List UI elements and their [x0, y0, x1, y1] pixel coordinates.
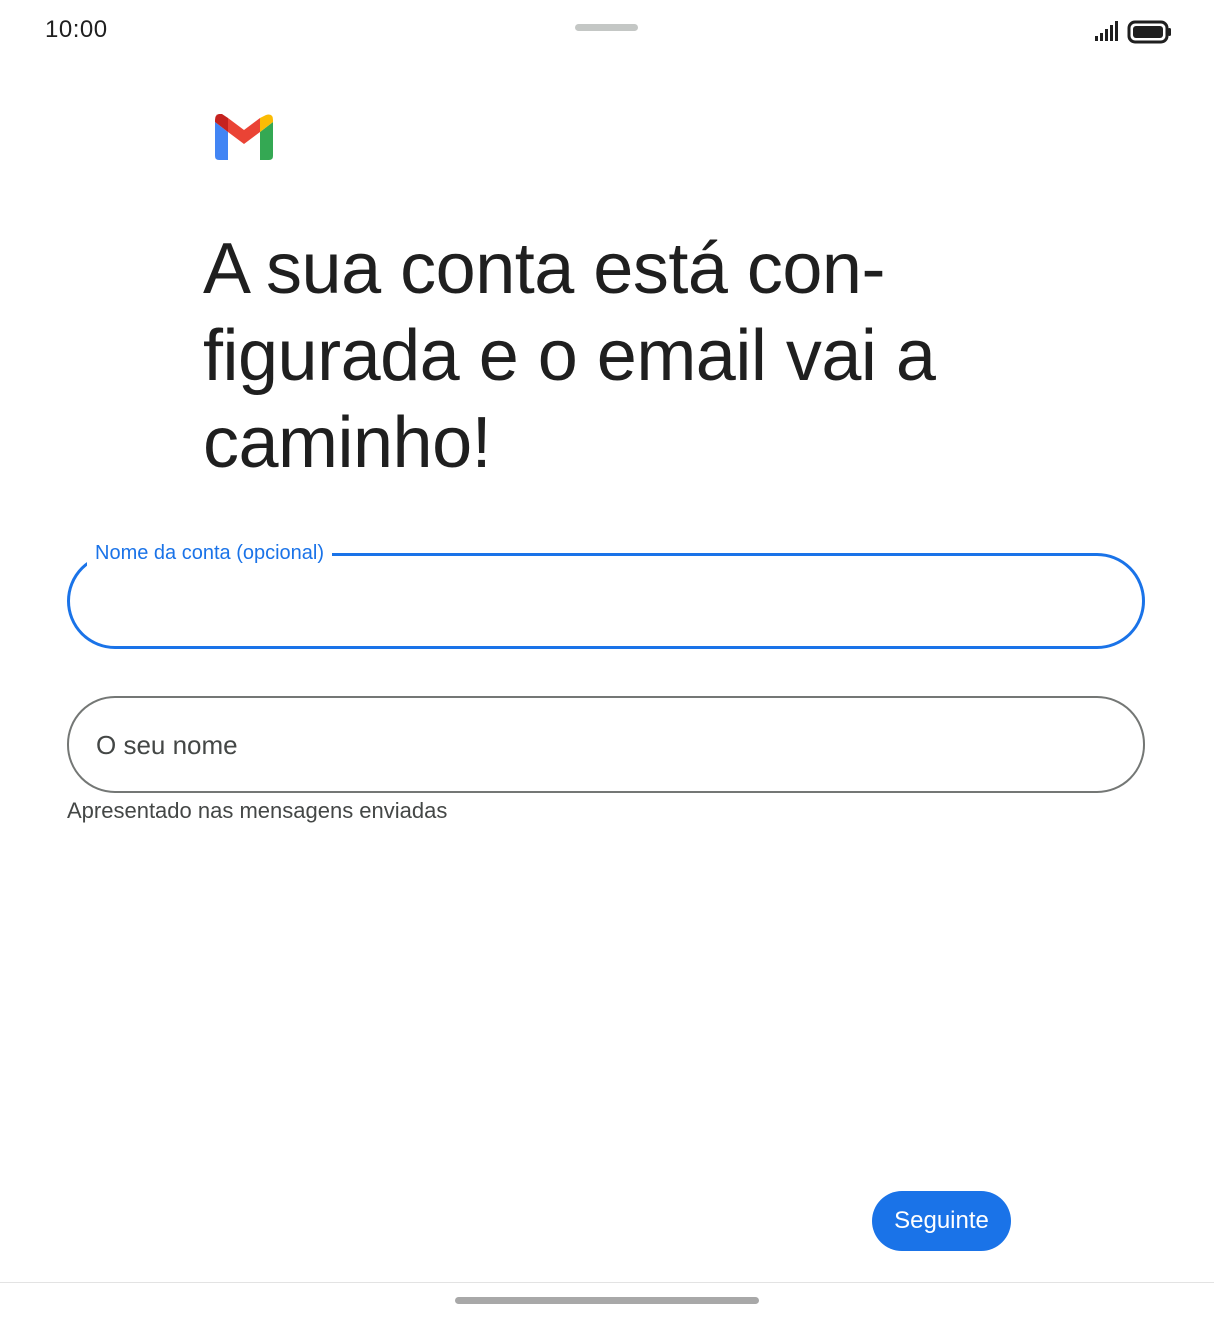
signal-icon — [1095, 21, 1118, 41]
your-name-field[interactable]: O seu nome — [67, 696, 1145, 793]
page-title-line: figurada e o email vai a — [203, 316, 936, 396]
your-name-placeholder: O seu nome — [96, 730, 238, 760]
page-title-line: caminho! — [203, 403, 492, 483]
next-button[interactable]: Seguinte — [872, 1191, 1011, 1251]
bottom-divider — [0, 1282, 1214, 1283]
page-title-line: A sua conta está con- — [203, 229, 885, 309]
account-name-field[interactable]: Nome da conta (opcional) — [67, 539, 1145, 649]
your-name-helper-text: Apresentado nas mensagens enviadas — [67, 798, 448, 823]
home-indicator[interactable] — [455, 1297, 759, 1304]
status-time: 10:00 — [45, 16, 108, 43]
gmail-logo — [215, 114, 273, 160]
page-title: A sua conta está con- figurada e o email… — [203, 226, 1103, 487]
drag-handle[interactable] — [575, 24, 638, 31]
account-name-label: Nome da conta (opcional) — [87, 539, 333, 567]
battery-icon — [1127, 20, 1171, 44]
status-bar: 10:00 — [0, 0, 1214, 64]
